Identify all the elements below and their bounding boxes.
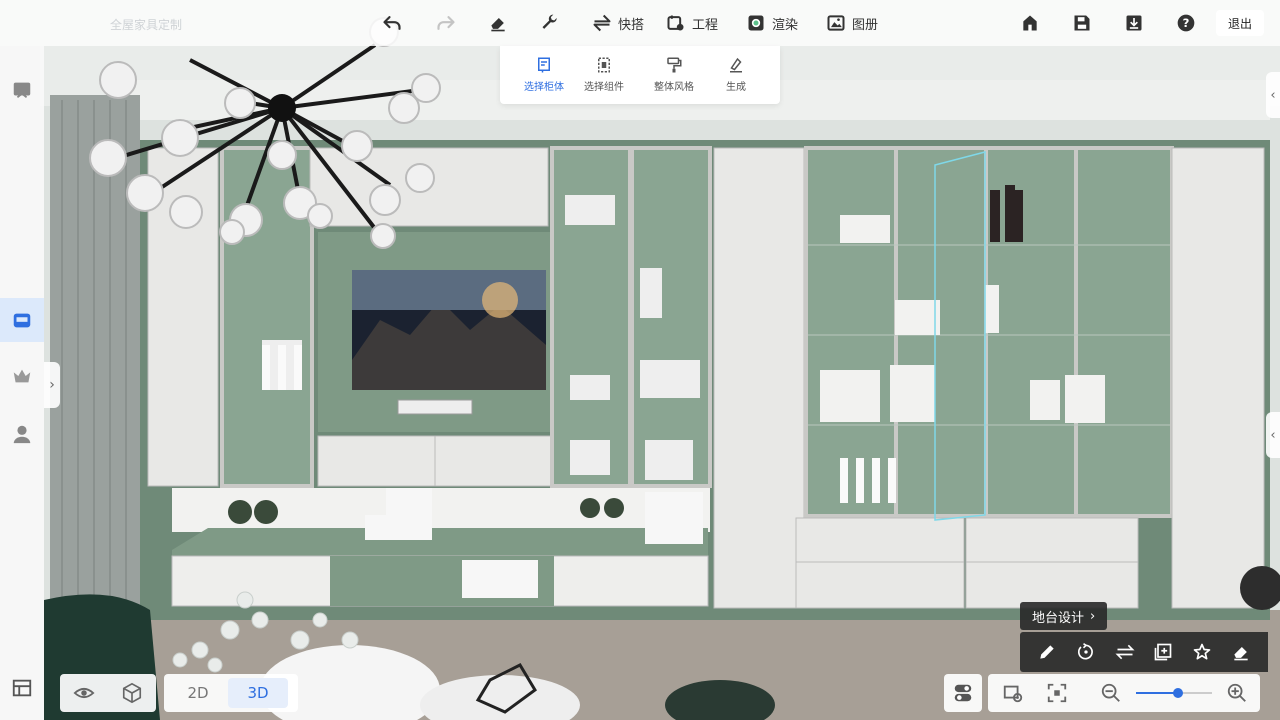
- generate-button[interactable]: 生成: [706, 56, 766, 93]
- chevron-right-icon: ›: [1090, 608, 1096, 624]
- sidebar-item-user[interactable]: [0, 412, 44, 456]
- swap-icon: [1115, 644, 1135, 660]
- mirror-button[interactable]: [1111, 638, 1139, 666]
- generate-icon: [730, 57, 742, 73]
- sidebar-item-cabinet[interactable]: [0, 298, 44, 342]
- zoom-slider-fill: [1136, 692, 1178, 694]
- eraser-button[interactable]: [488, 8, 508, 38]
- chevron-left-icon: ‹: [1270, 87, 1276, 103]
- save-button[interactable]: [1072, 8, 1092, 38]
- settings-view-icon[interactable]: [1002, 682, 1024, 704]
- delete-button[interactable]: [1227, 638, 1255, 666]
- copy-button[interactable]: [1149, 638, 1177, 666]
- add-copy-icon: [1154, 643, 1172, 661]
- cabinet-submenu: 选择柜体 选择组件 整体风格 生成: [500, 46, 780, 104]
- cube-icon: [122, 682, 142, 704]
- layers-icon: [12, 679, 32, 697]
- zoom-slider[interactable]: [1136, 688, 1212, 698]
- zoom-in-icon[interactable]: [1226, 682, 1248, 704]
- style-roller-icon: [667, 57, 682, 73]
- user-icon: [13, 425, 31, 444]
- home-icon: [1023, 15, 1037, 31]
- save-icon: [1074, 15, 1090, 31]
- home-button[interactable]: [1020, 8, 1040, 38]
- zoom-out-icon[interactable]: [1100, 682, 1122, 704]
- help-button[interactable]: ?: [1176, 8, 1196, 38]
- album-label: 图册: [852, 17, 879, 33]
- select-component-button[interactable]: 选择组件: [574, 56, 634, 93]
- zoom-controls: [988, 674, 1260, 712]
- wrench-button[interactable]: [540, 8, 560, 38]
- render-button[interactable]: 渲染: [746, 8, 798, 38]
- top-toolbar: 全屋家具定制 快搭 工程 渲染 图册 ? 退出: [0, 0, 1280, 46]
- mode-3d-button[interactable]: 3D: [228, 678, 288, 708]
- eraser-icon: [1233, 647, 1248, 661]
- fit-view-icon[interactable]: [1046, 682, 1068, 704]
- select-cabinet-button[interactable]: 选择柜体: [514, 56, 574, 93]
- redo-button[interactable]: [436, 8, 456, 38]
- edit-pencil-button[interactable]: [1033, 638, 1061, 666]
- sidebar-expand-button[interactable]: ›: [44, 362, 60, 408]
- visibility-controls: [60, 674, 156, 712]
- undo-button[interactable]: [382, 8, 402, 38]
- sidebar-item-crown[interactable]: [0, 354, 44, 398]
- select-component-icon: [598, 57, 610, 73]
- rotate-icon: [1077, 642, 1093, 660]
- overall-style-label: 整体风格: [654, 82, 694, 93]
- quick-build-label: 快搭: [618, 17, 645, 33]
- eraser-icon: [491, 18, 505, 32]
- pencil-icon: [1040, 645, 1054, 659]
- lightning-icon: [593, 14, 611, 32]
- platform-design-button[interactable]: 地台设计 ›: [1020, 602, 1108, 630]
- right-panel-toggle[interactable]: ‹: [1266, 412, 1280, 458]
- project-label: 工程: [692, 17, 719, 33]
- generate-label: 生成: [726, 82, 746, 93]
- toggle-switch-icon: [954, 684, 972, 702]
- dimension-switch: 2D 3D: [164, 674, 298, 712]
- select-component-label: 选择组件: [584, 82, 624, 93]
- quick-build-button[interactable]: 快搭: [592, 8, 644, 38]
- undo-icon: [383, 16, 401, 30]
- zoom-slider-thumb[interactable]: [1172, 688, 1183, 698]
- model-view-button[interactable]: [108, 674, 156, 712]
- app-title: 全屋家具定制: [110, 18, 183, 32]
- right-panel-toggle-top[interactable]: ‹: [1266, 72, 1280, 118]
- favorite-button[interactable]: [1188, 638, 1216, 666]
- rotate-button[interactable]: [1072, 638, 1100, 666]
- exit-button[interactable]: 退出: [1216, 10, 1264, 36]
- view-toggle-button[interactable]: [944, 674, 982, 712]
- eye-icon: [73, 687, 95, 699]
- album-button[interactable]: 图册: [826, 8, 878, 38]
- chevron-left-icon: ‹: [1270, 427, 1276, 443]
- cabinet-icon: [13, 313, 31, 328]
- render-icon: [748, 15, 764, 31]
- help-icon: ?: [1177, 14, 1195, 32]
- catalog-icon: [13, 82, 31, 99]
- render-label: 渲染: [772, 17, 799, 33]
- sidebar-item-layers[interactable]: [0, 666, 44, 710]
- chevron-right-icon: ›: [49, 377, 55, 393]
- download-icon: [1126, 15, 1142, 31]
- platform-design-label: 地台设计: [1032, 610, 1085, 626]
- sidebar-item-catalog[interactable]: [0, 68, 44, 112]
- edit-toolbar: [1020, 632, 1268, 672]
- select-cabinet-label: 选择柜体: [524, 82, 564, 93]
- star-icon: [1193, 643, 1211, 660]
- select-cabinet-icon: [538, 57, 550, 73]
- download-button[interactable]: [1124, 8, 1144, 38]
- svg-text:?: ?: [1183, 16, 1190, 30]
- project-button[interactable]: 工程: [666, 8, 718, 38]
- crown-icon: [13, 369, 31, 383]
- left-sidebar: [0, 46, 44, 720]
- redo-icon: [437, 16, 455, 30]
- visibility-toggle-button[interactable]: [60, 674, 108, 712]
- album-icon: [827, 15, 845, 31]
- overall-style-button[interactable]: 整体风格: [644, 56, 704, 93]
- wrench-icon: [542, 14, 557, 29]
- mode-2d-button[interactable]: 2D: [168, 674, 228, 712]
- project-icon: [667, 15, 684, 31]
